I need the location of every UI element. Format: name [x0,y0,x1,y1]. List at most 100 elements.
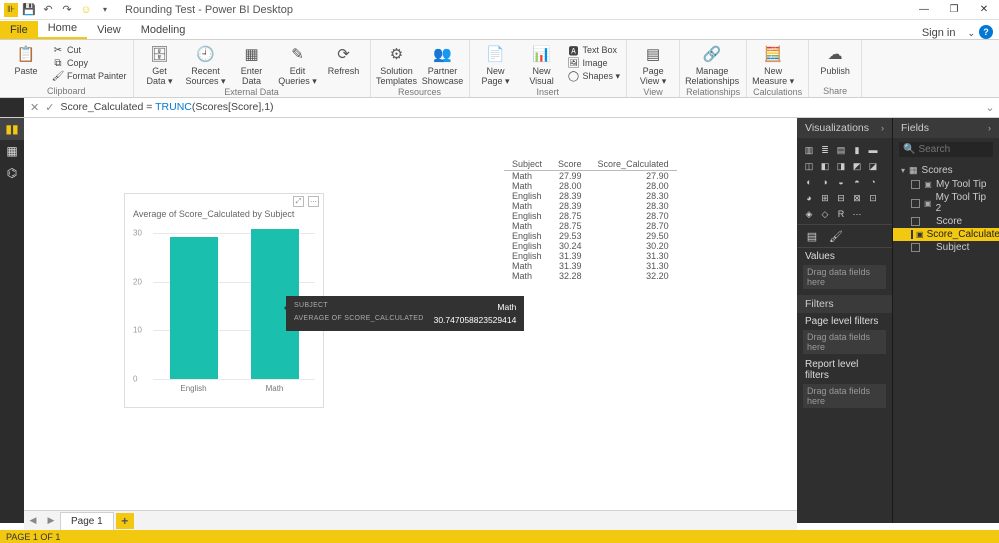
sign-in-link[interactable]: Sign in [914,27,964,39]
checkbox-icon[interactable] [911,199,920,208]
close-button[interactable]: ✕ [969,0,999,20]
tab-home[interactable]: Home [38,19,87,39]
cut-button[interactable]: ✂Cut [52,44,127,56]
viz-type-icon[interactable]: ◓ [850,175,864,189]
prev-page-button[interactable]: ◀ [24,515,42,526]
help-icon[interactable]: ? [979,25,993,39]
report-view-button[interactable]: ▮▮ [0,118,24,140]
fields-table-node[interactable]: ▦Scores [893,163,999,178]
paste-button[interactable]: 📋Paste [6,42,46,77]
table-row[interactable]: Math28.0028.00 [504,181,677,191]
field-item[interactable]: Subject [893,241,999,254]
viz-type-icon[interactable]: ⊟ [834,191,848,205]
recent-sources-button[interactable]: 🕘Recent Sources ▾ [186,42,226,87]
table-row[interactable]: English30.2430.20 [504,241,677,251]
model-view-button[interactable]: ⌬ [0,162,24,184]
checkbox-icon[interactable] [911,217,920,226]
tab-modeling[interactable]: Modeling [131,21,196,39]
viz-type-icon[interactable]: ◑ [818,175,832,189]
formula-cancel-icon[interactable]: ✕ [30,101,39,114]
viz-type-icon[interactable]: ⊡ [866,191,880,205]
field-item[interactable]: ▣My Tool Tip [893,178,999,191]
new-measure-button[interactable]: 🧮New Measure ▾ [753,42,793,87]
collapse-viz-icon[interactable]: › [881,123,884,133]
formula-input[interactable]: Score_Calculated = TRUNC(Scores[Score],1… [60,101,981,114]
table-row[interactable]: English28.7528.70 [504,211,677,221]
viz-type-icon[interactable]: R [834,207,848,221]
page-view-button[interactable]: ▤Page View ▾ [633,42,673,87]
smiley-icon[interactable]: ☺ [78,2,94,18]
report-canvas[interactable]: ⤢ ⋯ Average of Score_Calculated by Subje… [24,118,797,523]
fields-tab-icon[interactable]: ▤ [805,229,819,243]
viz-type-icon[interactable]: ◨ [834,159,848,173]
redo-icon[interactable]: ↷ [59,2,75,18]
format-painter-button[interactable]: 🖌Format Painter [52,70,127,82]
viz-type-icon[interactable]: ≣ [818,143,832,157]
shapes-button[interactable]: ◯Shapes ▾ [568,70,621,82]
manage-relationships-button[interactable]: 🔗Manage Relationships [686,42,738,87]
viz-type-icon[interactable]: ⊞ [818,191,832,205]
table-header[interactable]: Subject [504,158,550,171]
page-filters-dropzone[interactable]: Drag data fields here [803,330,886,354]
more-options-icon[interactable]: ⋯ [308,196,319,207]
next-page-button[interactable]: ▶ [42,515,60,526]
bar-english[interactable] [170,237,218,379]
table-row[interactable]: Math32.2832.20 [504,271,677,281]
new-visual-button[interactable]: 📊New Visual [522,42,562,87]
focus-mode-icon[interactable]: ⤢ [293,196,304,207]
page-tab[interactable]: Page 1 [60,512,114,530]
qat-dropdown-icon[interactable]: ▾ [97,2,113,18]
table-row[interactable]: Math28.3928.30 [504,201,677,211]
save-icon[interactable]: 💾 [21,2,37,18]
formula-expand-icon[interactable]: ⌄ [981,101,999,114]
format-tab-icon[interactable]: 🖌 [829,229,843,243]
viz-type-icon[interactable]: ◧ [818,159,832,173]
table-header[interactable]: Score_Calculated [590,158,677,171]
image-button[interactable]: 🖼Image [568,57,621,69]
checkbox-icon[interactable] [911,243,920,252]
table-row[interactable]: English29.5329.50 [504,231,677,241]
table-row[interactable]: Math28.7528.70 [504,221,677,231]
checkbox-icon[interactable] [911,180,920,189]
partner-showcase-button[interactable]: 👥Partner Showcase [423,42,463,87]
undo-icon[interactable]: ↶ [40,2,56,18]
viz-type-icon[interactable]: ◒ [834,175,848,189]
table-row[interactable]: Math31.3931.30 [504,261,677,271]
get-data-button[interactable]: 🗄Get Data ▾ [140,42,180,87]
publish-button[interactable]: ☁Publish [815,42,855,77]
fields-search-input[interactable] [918,144,999,155]
text-box-button[interactable]: 🅰Text Box [568,44,621,56]
collapse-fields-icon[interactable]: › [988,123,991,133]
table-row[interactable]: Math27.9927.90 [504,171,677,182]
values-dropzone[interactable]: Drag data fields here [803,265,886,289]
viz-type-icon[interactable]: ◐ [802,175,816,189]
viz-type-icon[interactable]: ◩ [850,159,864,173]
viz-type-icon[interactable]: ▥ [802,143,816,157]
checkbox-icon[interactable] [911,230,913,239]
minimize-button[interactable]: ― [909,0,939,20]
fields-search[interactable]: 🔍 [899,142,993,157]
chevron-down-icon[interactable]: ⌄ [963,28,979,39]
table-row[interactable]: English28.3928.30 [504,191,677,201]
viz-type-icon[interactable]: ▬ [866,143,880,157]
copy-button[interactable]: ⧉Copy [52,57,127,69]
add-page-button[interactable]: + [116,513,134,529]
formula-accept-icon[interactable]: ✓ [45,101,54,114]
viz-type-icon[interactable]: ▮ [850,143,864,157]
enter-data-button[interactable]: ▦Enter Data [232,42,272,87]
viz-type-icon[interactable]: ◇ [818,207,832,221]
viz-type-icon[interactable]: ◫ [802,159,816,173]
viz-type-icon[interactable]: ◈ [802,207,816,221]
report-filters-dropzone[interactable]: Drag data fields here [803,384,886,408]
viz-type-icon[interactable]: ◔ [866,175,880,189]
maximize-button[interactable]: ❐ [939,0,969,20]
viz-type-icon[interactable]: ⋯ [850,207,864,221]
new-page-button[interactable]: 📄New Page ▾ [476,42,516,87]
refresh-button[interactable]: ⟳Refresh [324,42,364,77]
field-item[interactable]: ▣My Tool Tip 2 [893,191,999,215]
tab-file[interactable]: File [0,21,38,39]
tab-view[interactable]: View [87,21,131,39]
solution-templates-button[interactable]: ⚙Solution Templates [377,42,417,87]
data-view-button[interactable]: ▦ [0,140,24,162]
viz-type-icon[interactable]: ▤ [834,143,848,157]
